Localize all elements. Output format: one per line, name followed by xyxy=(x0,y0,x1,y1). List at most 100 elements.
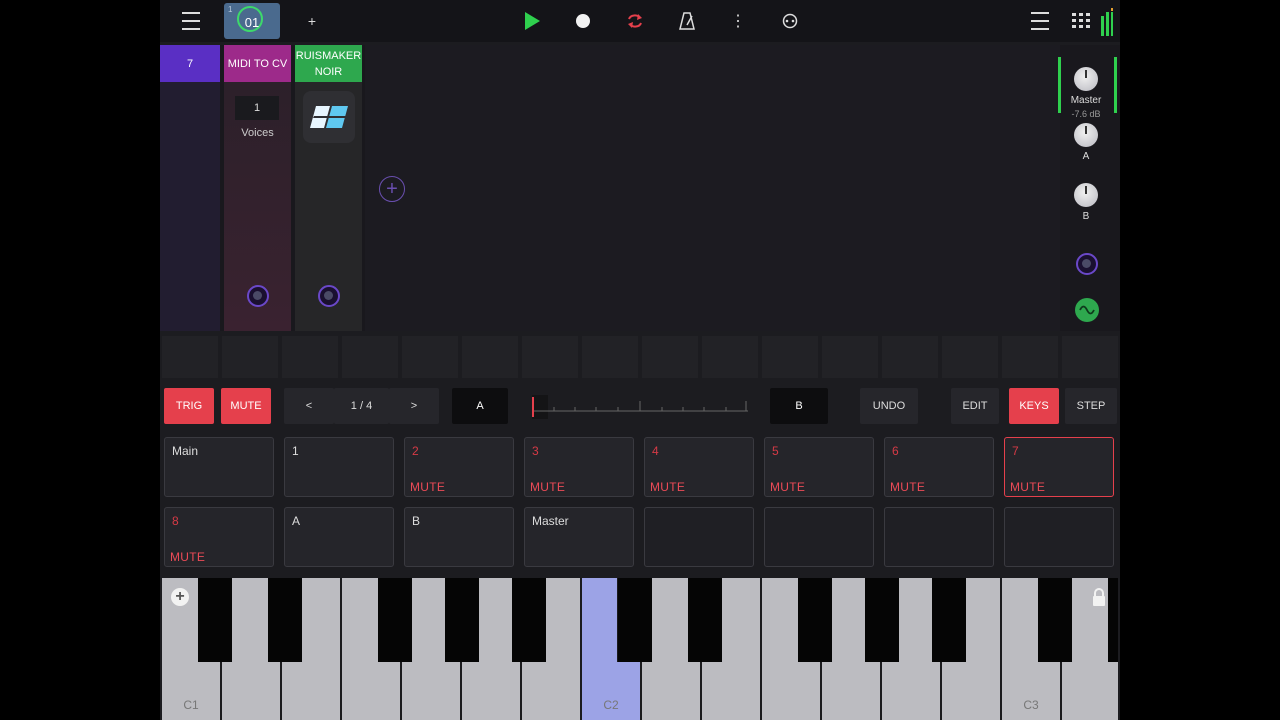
crossfade-a-button[interactable]: A xyxy=(452,388,508,424)
link-icon[interactable] xyxy=(780,0,800,42)
black-key[interactable] xyxy=(688,578,722,662)
rack-area xyxy=(365,45,1060,331)
clip-pad[interactable] xyxy=(1002,336,1058,378)
send-a-knob[interactable] xyxy=(1074,123,1098,147)
black-key[interactable] xyxy=(1108,578,1118,662)
track-strip-7[interactable]: 7 xyxy=(160,45,220,331)
clip-pad[interactable] xyxy=(822,336,878,378)
hamburger-menu-icon[interactable] xyxy=(180,0,202,42)
channel-mute-label: MUTE xyxy=(770,480,806,494)
clip-pad[interactable] xyxy=(522,336,578,378)
track-header-midi-to-cv[interactable]: MIDI TO CV xyxy=(224,45,291,82)
black-key[interactable] xyxy=(798,578,832,662)
black-key[interactable] xyxy=(512,578,546,662)
undo-button[interactable]: UNDO xyxy=(860,388,918,424)
channel-7[interactable]: 7 MUTE xyxy=(1004,437,1114,497)
record-icon[interactable] xyxy=(573,0,593,42)
clip-pad[interactable] xyxy=(222,336,278,378)
add-track-icon[interactable]: + xyxy=(379,176,405,202)
midi-out-port-icon[interactable] xyxy=(1076,253,1098,275)
edit-button[interactable]: EDIT xyxy=(951,388,999,424)
clip-pad[interactable] xyxy=(462,336,518,378)
clip-pad[interactable] xyxy=(762,336,818,378)
master-label: Master xyxy=(1070,95,1102,106)
crossfader-slider[interactable] xyxy=(532,395,748,419)
black-key[interactable] xyxy=(865,578,899,662)
channel-label: 7 xyxy=(1012,444,1019,458)
send-b-knob[interactable] xyxy=(1074,183,1098,207)
clip-pad[interactable] xyxy=(882,336,938,378)
black-key[interactable] xyxy=(445,578,479,662)
black-key[interactable] xyxy=(1038,578,1072,662)
clip-pad[interactable] xyxy=(162,336,218,378)
clip-pad[interactable] xyxy=(942,336,998,378)
master-volume-knob[interactable] xyxy=(1074,67,1098,91)
channel-mute-label: MUTE xyxy=(410,480,446,494)
voices-value[interactable]: 1 xyxy=(235,96,279,120)
channel-label: Main xyxy=(172,444,199,458)
page-indicator: 1 / 4 xyxy=(334,388,389,424)
black-key[interactable] xyxy=(932,578,966,662)
black-key[interactable] xyxy=(378,578,412,662)
channel-master[interactable]: Master xyxy=(524,507,634,567)
list-menu-icon[interactable] xyxy=(1030,0,1050,42)
prev-page-button[interactable]: < xyxy=(284,388,334,424)
channel-main[interactable]: Main xyxy=(164,437,274,497)
keys-button[interactable]: KEYS xyxy=(1009,388,1059,424)
clip-pad[interactable] xyxy=(642,336,698,378)
grid-icon[interactable] xyxy=(1070,0,1092,42)
play-icon[interactable] xyxy=(520,0,544,42)
mute-button[interactable]: MUTE xyxy=(221,388,271,424)
black-key[interactable] xyxy=(618,578,652,662)
channel-2[interactable]: 2 MUTE xyxy=(404,437,514,497)
channel-label: 4 xyxy=(652,444,659,458)
channel-3[interactable]: 3 MUTE xyxy=(524,437,634,497)
white-key-c2-active-lower[interactable]: C2 xyxy=(582,662,640,720)
clip-pad[interactable] xyxy=(282,336,338,378)
voices-label: Voices xyxy=(241,127,274,139)
trig-button[interactable]: TRIG xyxy=(164,388,214,424)
channel-empty xyxy=(644,507,754,567)
key-label: C2 xyxy=(603,698,619,712)
clip-pad[interactable] xyxy=(402,336,458,378)
scene-button[interactable]: 1 01 xyxy=(224,3,280,39)
metronome-icon[interactable] xyxy=(676,0,698,42)
black-key[interactable] xyxy=(198,578,232,662)
channel-mute-label: MUTE xyxy=(890,480,926,494)
loop-icon[interactable] xyxy=(624,0,646,42)
channel-8[interactable]: 8 MUTE xyxy=(164,507,274,567)
channel-empty xyxy=(884,507,994,567)
clip-pads-row xyxy=(160,336,1120,380)
midi-port-icon[interactable] xyxy=(247,285,269,307)
next-page-button[interactable]: > xyxy=(389,388,439,424)
channel-b[interactable]: B xyxy=(404,507,514,567)
lock-icon[interactable] xyxy=(1092,588,1106,611)
channel-a[interactable]: A xyxy=(284,507,394,567)
track-header-ruismaker-noir[interactable]: RUISMAKER NOIR xyxy=(295,45,362,82)
clip-pad[interactable] xyxy=(582,336,638,378)
channel-1[interactable]: 1 xyxy=(284,437,394,497)
step-button[interactable]: STEP xyxy=(1065,388,1117,424)
clip-pad[interactable] xyxy=(702,336,758,378)
audio-wave-icon[interactable] xyxy=(1075,298,1099,322)
track-strip-ruismaker-noir[interactable]: RUISMAKER NOIR xyxy=(295,45,362,331)
add-keyboard-icon[interactable]: + xyxy=(171,588,189,606)
midi-port-icon[interactable] xyxy=(318,285,340,307)
clip-pad[interactable] xyxy=(342,336,398,378)
more-vertical-icon[interactable]: ⋮ xyxy=(730,0,746,42)
master-db-readout: -7.6 dB xyxy=(1071,109,1101,119)
track-header-7[interactable]: 7 xyxy=(160,45,220,82)
channel-mute-label: MUTE xyxy=(1010,480,1046,494)
black-key[interactable] xyxy=(268,578,302,662)
channel-label: B xyxy=(412,514,421,528)
channel-label: A xyxy=(292,514,301,528)
add-scene-button[interactable]: + xyxy=(302,0,322,42)
channel-5[interactable]: 5 MUTE xyxy=(764,437,874,497)
channel-4[interactable]: 4 MUTE xyxy=(644,437,754,497)
channel-6[interactable]: 6 MUTE xyxy=(884,437,994,497)
track-name-line2: NOIR xyxy=(314,65,343,78)
clip-pad[interactable] xyxy=(1062,336,1118,378)
crossfade-b-button[interactable]: B xyxy=(770,388,828,424)
plugin-logo-icon[interactable] xyxy=(303,91,355,143)
track-strip-midi-to-cv[interactable]: MIDI TO CV 1 Voices xyxy=(224,45,291,331)
